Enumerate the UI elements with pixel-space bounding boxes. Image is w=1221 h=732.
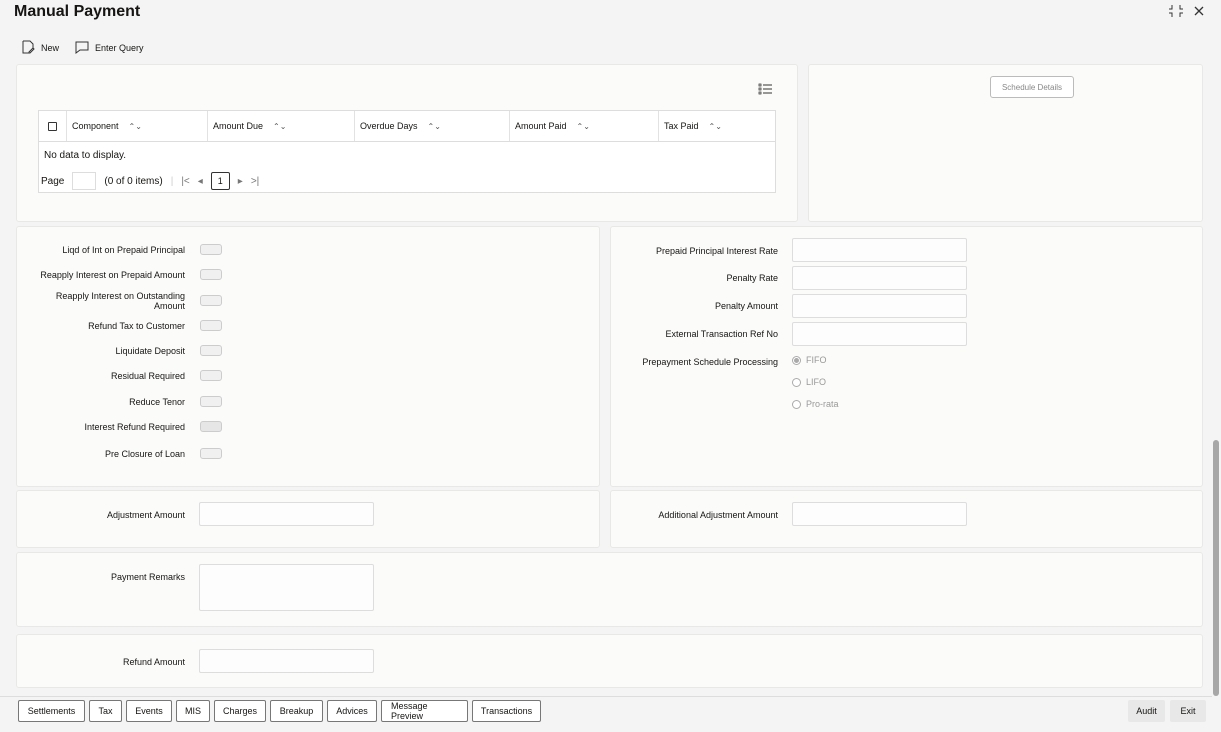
payment-remarks-label: Payment Remarks [110,572,185,582]
new-document-icon [21,40,35,56]
radio-fifo-dot [792,355,801,365]
liquidate-deposit-label: Liquidate Deposit [115,346,185,356]
transactions-button[interactable]: Transactions [472,700,541,722]
radio-pro-rata-dot [792,399,801,409]
reapply-outstanding-toggle[interactable] [200,295,222,306]
residual-required-toggle[interactable] [200,370,222,381]
penalty-amount-label: Penalty Amount [714,301,778,311]
next-page-icon[interactable]: ▸ [238,176,243,187]
breakup-button[interactable]: Breakup [270,700,323,722]
page-label: Page [41,175,65,187]
radio-pro-rata[interactable]: Pro-rata [792,399,839,409]
pagination: Page (0 of 0 items) | |< ◂ 1 ▸ >| [41,172,259,190]
ext-ref-label: External Transaction Ref No [665,329,778,339]
events-button[interactable]: Events [126,700,172,722]
liqd-int-label: Liqd of Int on Prepaid Principal [62,245,185,255]
column-header-amount-due[interactable]: Amount Due ⌃⌄ [208,111,355,141]
empty-message: No data to display. [44,150,127,161]
reapply-prepaid-label: Reapply Interest on Prepaid Amount [40,270,185,280]
additional-adjustment-label: Additional Adjustment Amount [658,510,778,520]
enter-query-label: Enter Query [95,43,144,53]
current-page[interactable]: 1 [210,172,230,190]
prepaid-rate-label: Prepaid Principal Interest Rate [655,246,778,256]
radio-fifo[interactable]: FIFO [792,355,827,365]
select-all-checkbox-cell [39,111,67,141]
pre-closure-toggle[interactable] [200,448,222,459]
column-header-overdue-days[interactable]: Overdue Days ⌃⌄ [355,111,510,141]
column-header-amount-paid[interactable]: Amount Paid ⌃⌄ [510,111,659,141]
exit-button[interactable]: Exit [1170,700,1206,722]
first-page-icon[interactable]: |< [181,176,189,187]
sort-icon: ⌃⌄ [427,121,441,131]
table-header: Component ⌃⌄ Amount Due ⌃⌄ Overdue Days ⌃⌄ … [39,111,775,142]
settlements-button[interactable]: Settlements [18,700,85,722]
minimize-icon[interactable] [1169,4,1183,21]
refund-tax-label: Refund Tax to Customer [88,321,185,331]
residual-required-label: Residual Required [110,371,185,381]
page-input[interactable] [72,172,97,190]
prev-page-icon[interactable]: ◂ [198,176,203,187]
adjustment-amount-label: Adjustment Amount [106,510,185,520]
radio-lifo-dot [792,377,801,387]
refund-panel [16,634,1203,688]
reduce-tenor-toggle[interactable] [200,396,222,407]
tax-button[interactable]: Tax [89,700,122,722]
advices-button[interactable]: Advices [327,700,377,722]
charges-button[interactable]: Charges [214,700,266,722]
remarks-panel [16,552,1203,627]
comment-icon [75,40,89,56]
reapply-prepaid-toggle[interactable] [200,269,222,280]
radio-lifo[interactable]: LIFO [792,377,826,387]
refund-tax-toggle[interactable] [200,320,222,331]
new-label: New [41,43,60,53]
prepaid-rate-input[interactable] [792,238,967,262]
mis-button[interactable]: MIS [176,700,210,722]
penalty-rate-input[interactable] [792,266,967,290]
interest-refund-toggle[interactable] [200,421,222,432]
select-all-checkbox[interactable] [48,121,57,131]
sort-icon: ⌃⌄ [273,121,287,131]
pre-closure-label: Pre Closure of Loan [104,449,185,459]
last-page-icon[interactable]: >| [251,176,259,187]
liqd-int-toggle[interactable] [200,244,222,255]
additional-adjustment-input[interactable] [792,502,967,526]
penalty-amount-input[interactable] [792,294,967,318]
sort-icon: ⌃⌄ [708,121,722,131]
sort-icon: ⌃⌄ [576,121,590,131]
reapply-outstanding-label: Reapply Interest on Outstanding Amount [55,291,185,311]
interest-refund-label: Interest Refund Required [84,422,185,432]
prepayment-processing-label: Prepayment Schedule Processing [642,357,778,367]
close-icon[interactable] [1193,4,1205,20]
penalty-rate-label: Penalty Rate [726,273,778,283]
schedule-details-button[interactable]: Schedule Details [990,76,1074,98]
footer-divider [0,696,1212,697]
components-table: Component ⌃⌄ Amount Due ⌃⌄ Overdue Days ⌃⌄ … [38,110,776,193]
audit-button[interactable]: Audit [1128,700,1165,722]
column-header-component[interactable]: Component ⌃⌄ [67,111,208,141]
options-panel [16,226,600,487]
liquidate-deposit-toggle[interactable] [200,345,222,356]
column-header-tax-paid[interactable]: Tax Paid ⌃⌄ [659,111,775,141]
page-title: Manual Payment [14,3,141,20]
refund-amount-input[interactable] [199,649,374,673]
vertical-scrollbar[interactable] [1213,440,1219,696]
payment-remarks-textarea[interactable] [199,564,374,611]
refund-amount-label: Refund Amount [122,657,185,667]
enter-query-button[interactable]: Enter Query [75,40,144,56]
column-list-icon[interactable] [758,82,772,95]
adjustment-amount-input[interactable] [199,502,374,526]
new-button[interactable]: New [21,40,59,56]
items-count: (0 of 0 items) [104,175,163,187]
sort-icon: ⌃⌄ [128,121,142,131]
ext-ref-input[interactable] [792,322,967,346]
message-preview-button[interactable]: Message Preview [381,700,468,722]
reduce-tenor-label: Reduce Tenor [129,397,185,407]
